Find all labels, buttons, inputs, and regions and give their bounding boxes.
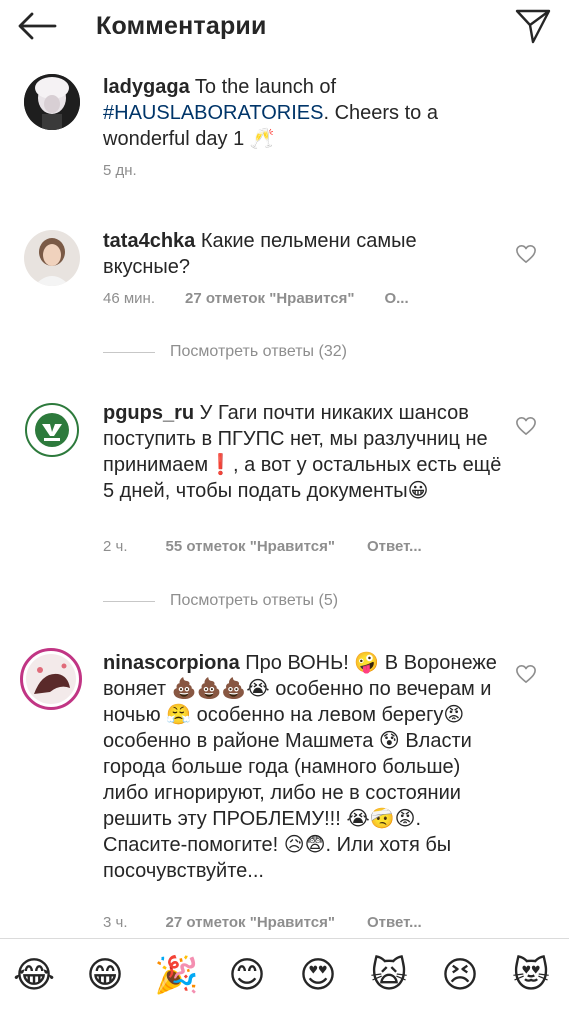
emoji-heart-eyes-cat-button[interactable]: 😻 bbox=[509, 954, 553, 998]
user-avatar-icon bbox=[24, 230, 80, 286]
like-heart-icon[interactable] bbox=[515, 244, 537, 264]
comment-username[interactable]: ladygaga bbox=[103, 76, 190, 98]
comment-username[interactable]: pgups_ru bbox=[103, 402, 194, 424]
comment-time: 46 мин. bbox=[103, 290, 155, 307]
emoji-grin-button[interactable]: 😁 bbox=[83, 954, 127, 998]
reply-button[interactable]: Ответ... bbox=[367, 914, 422, 931]
back-arrow-icon bbox=[18, 12, 57, 40]
divider-line bbox=[103, 600, 155, 602]
quick-emoji-bar: 😂 😁 🎉 😊 😍 🙀 😣 😻 bbox=[0, 938, 569, 1011]
emoji-party-popper-button[interactable]: 🎉 bbox=[154, 954, 199, 998]
view-replies-button[interactable]: Посмотреть ответы (32) bbox=[103, 343, 347, 361]
user-avatar-icon bbox=[24, 74, 80, 130]
like-heart-icon[interactable] bbox=[515, 664, 537, 684]
direct-send-button[interactable] bbox=[511, 6, 555, 46]
comment-text: tata4chka Какие пельмени самые вкусные? bbox=[103, 230, 417, 278]
comment-meta: 5 дн. bbox=[103, 162, 137, 179]
comment-time: 2 ч. bbox=[103, 538, 128, 555]
avatar[interactable] bbox=[24, 74, 80, 130]
comment-time: 5 дн. bbox=[103, 162, 137, 179]
reply-button[interactable]: Ответ... bbox=[367, 538, 422, 555]
comment-text: pgups_ru У Гаги почти никаких шансов пос… bbox=[103, 402, 502, 502]
page-title: Комментарии bbox=[96, 12, 267, 40]
back-button[interactable] bbox=[14, 8, 60, 44]
likes-count[interactable]: 55 отметок "Нравится" bbox=[166, 538, 335, 555]
hashtag-link[interactable]: #HAUSLABORATORIES bbox=[103, 102, 323, 124]
comment-time: 3 ч. bbox=[103, 914, 128, 931]
comment-username[interactable]: ninascorpiona bbox=[103, 652, 240, 674]
divider-line bbox=[103, 351, 155, 353]
paper-plane-icon bbox=[515, 9, 551, 44]
avatar[interactable] bbox=[24, 402, 80, 458]
emoji-smile-button[interactable]: 😊 bbox=[225, 954, 269, 998]
emoji-persevere-button[interactable]: 😣 bbox=[438, 954, 482, 998]
reply-button[interactable]: О... bbox=[384, 290, 408, 307]
emoji-tears-of-joy-button[interactable]: 😂 bbox=[12, 954, 56, 998]
emoji-heart-eyes-button[interactable]: 😍 bbox=[296, 954, 340, 998]
avatar[interactable] bbox=[20, 648, 82, 710]
university-logo-icon bbox=[24, 402, 80, 458]
top-bar: Комментарии bbox=[0, 0, 569, 52]
comment-meta: 2 ч. 55 отметок "Нравится" Ответ... bbox=[103, 538, 422, 555]
user-avatar-icon bbox=[26, 654, 76, 704]
comment-text: ladygaga To the launch of #HAUSLABORATOR… bbox=[103, 76, 438, 150]
likes-count[interactable]: 27 отметок "Нравится" bbox=[185, 290, 354, 307]
comment-username[interactable]: tata4chka bbox=[103, 230, 195, 252]
like-heart-icon[interactable] bbox=[515, 416, 537, 436]
likes-count[interactable]: 27 отметок "Нравится" bbox=[166, 914, 335, 931]
emoji-weary-cat-button[interactable]: 🙀 bbox=[367, 954, 411, 998]
comment-text: ninascorpiona Про ВОНЬ! 🤪 В Воронеже вон… bbox=[103, 652, 497, 882]
view-replies-button[interactable]: Посмотреть ответы (5) bbox=[103, 592, 338, 610]
avatar[interactable] bbox=[24, 230, 80, 286]
comment-meta: 3 ч. 27 отметок "Нравится" Ответ... bbox=[103, 914, 422, 931]
comment-meta: 46 мин. 27 отметок "Нравится" О... bbox=[103, 290, 409, 307]
